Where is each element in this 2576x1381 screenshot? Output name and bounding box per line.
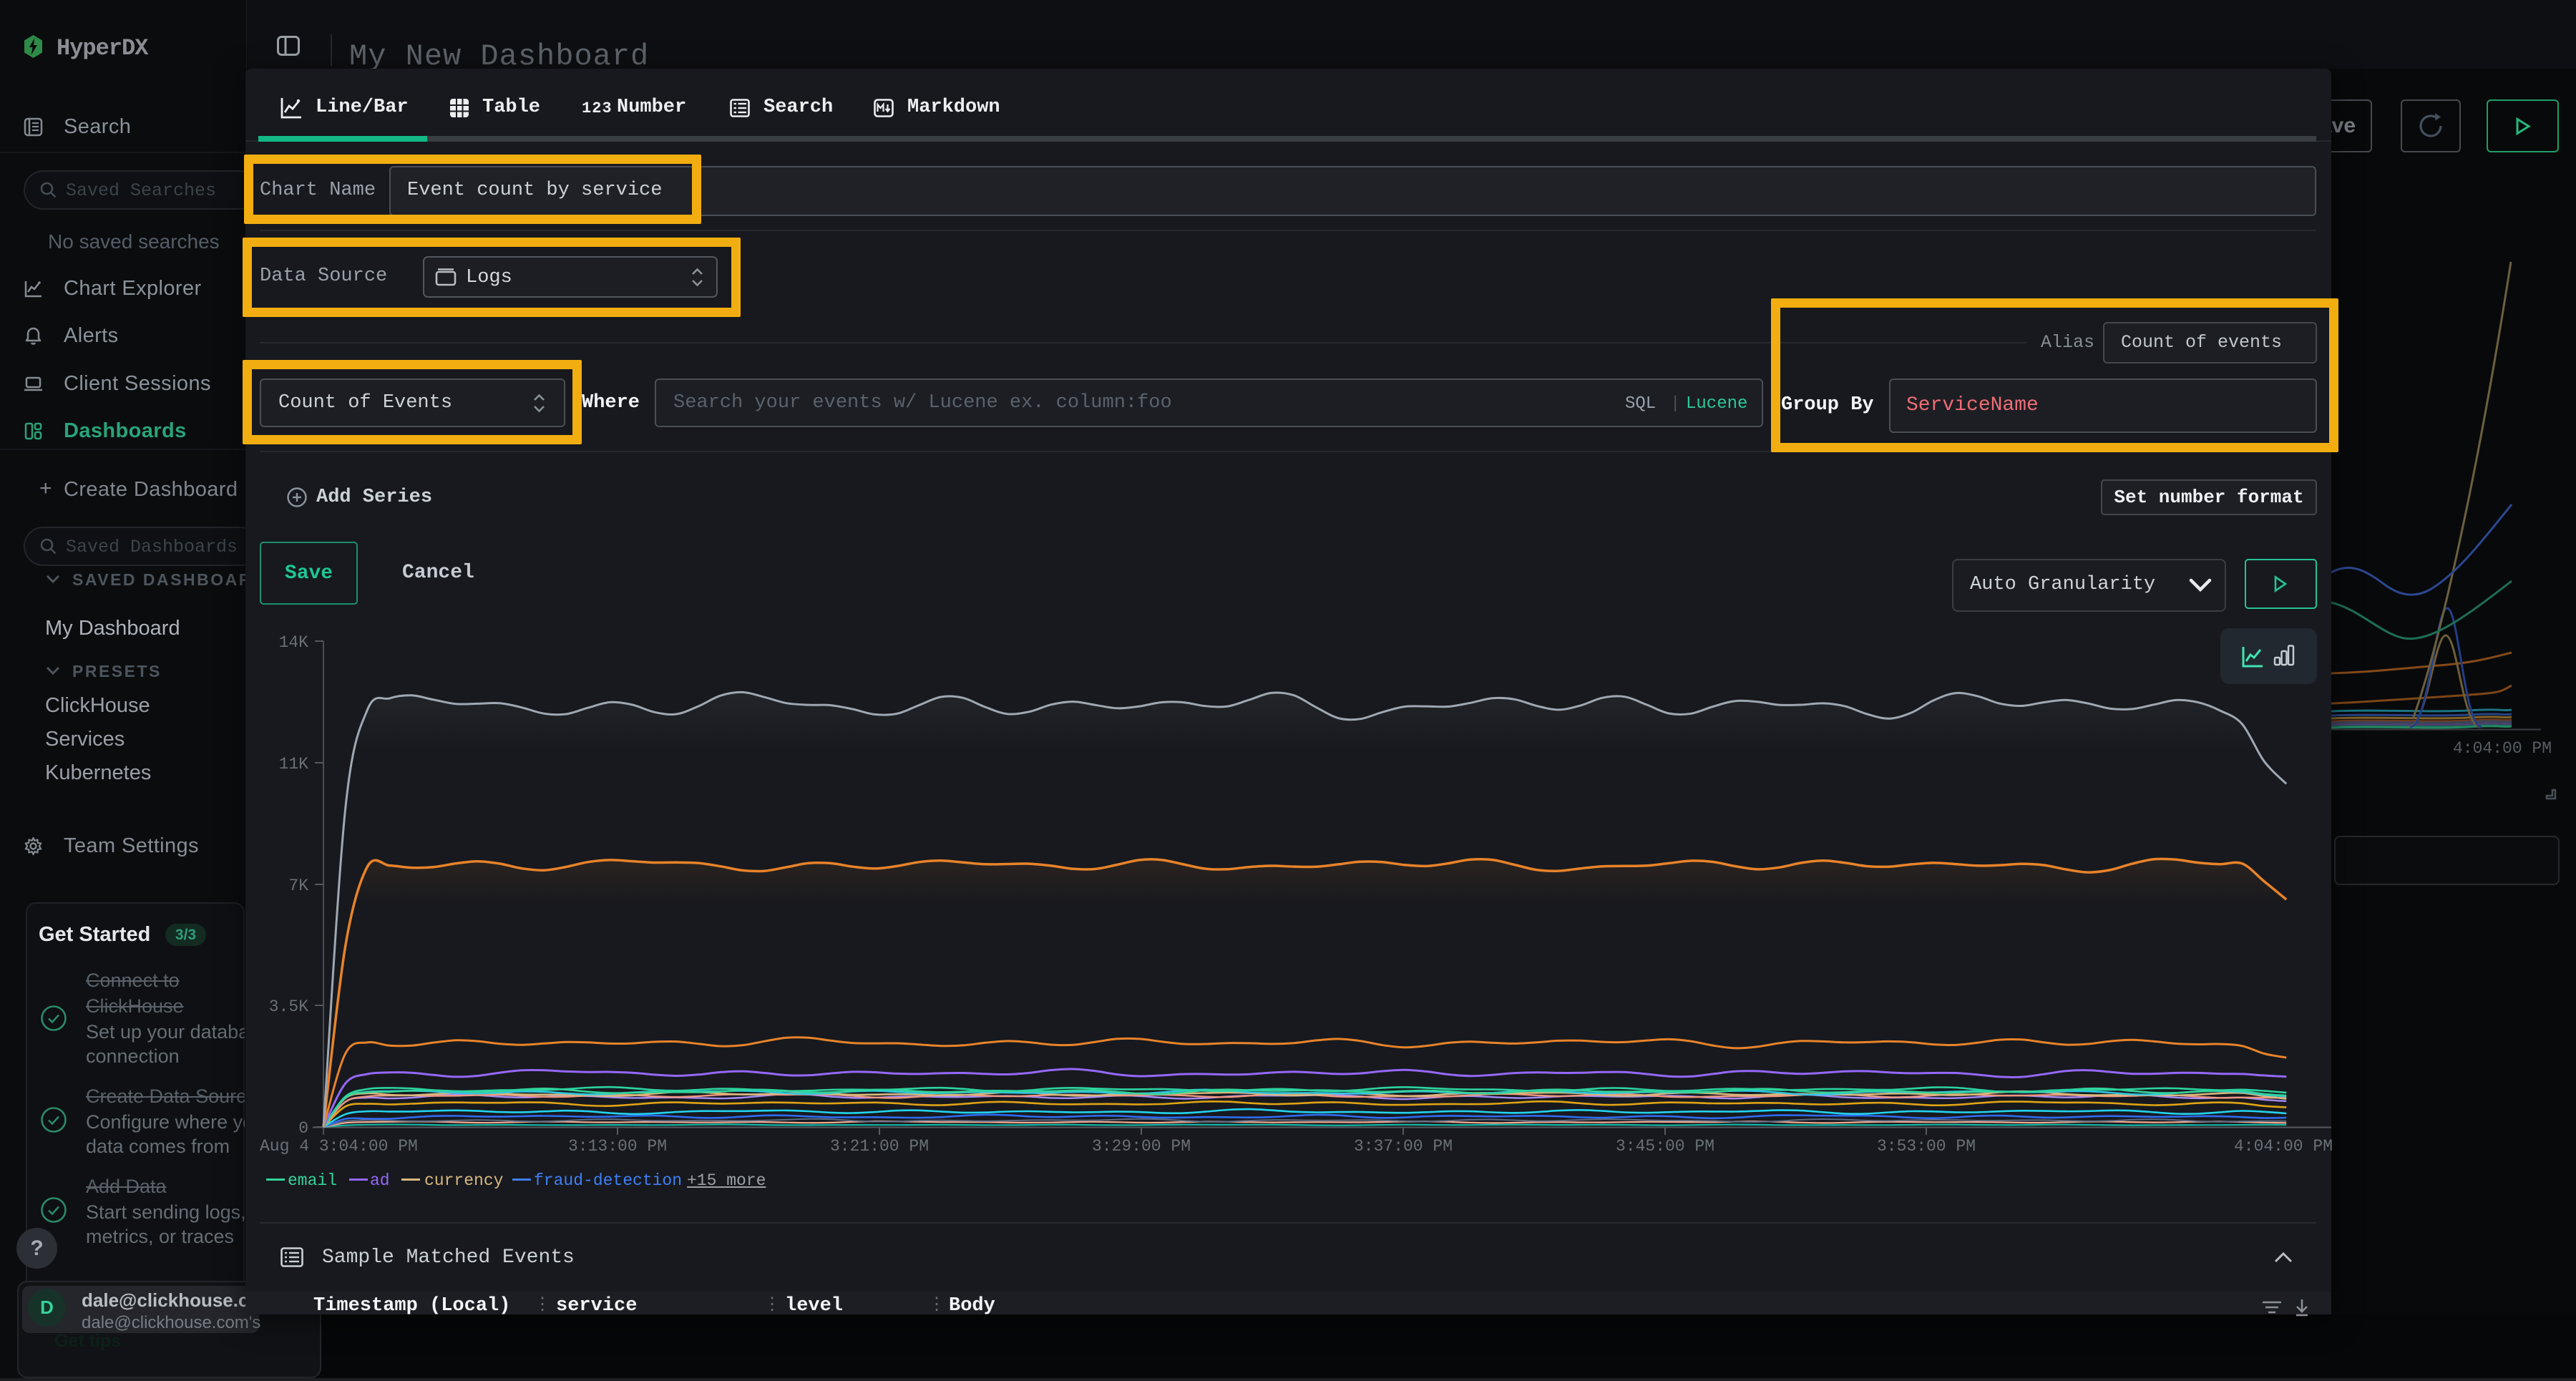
svg-text:14K: 14K xyxy=(279,633,309,652)
svg-text:3:37:00 PM: 3:37:00 PM xyxy=(1354,1137,1453,1156)
svg-text:0: 0 xyxy=(298,1119,308,1138)
svg-text:3:29:00 PM: 3:29:00 PM xyxy=(1092,1137,1191,1156)
svg-text:4:04:00 PM: 4:04:00 PM xyxy=(2234,1137,2333,1156)
svg-text:3:21:00 PM: 3:21:00 PM xyxy=(830,1137,929,1156)
svg-text:11K: 11K xyxy=(279,755,309,774)
svg-text:3:45:00 PM: 3:45:00 PM xyxy=(1616,1137,1714,1156)
svg-text:7K: 7K xyxy=(288,877,308,895)
svg-text:3.5K: 3.5K xyxy=(269,997,308,1016)
svg-text:3:53:00 PM: 3:53:00 PM xyxy=(1877,1137,1976,1156)
svg-text:Aug 4 3:04:00 PM: Aug 4 3:04:00 PM xyxy=(260,1137,418,1156)
svg-text:3:13:00 PM: 3:13:00 PM xyxy=(568,1137,667,1156)
